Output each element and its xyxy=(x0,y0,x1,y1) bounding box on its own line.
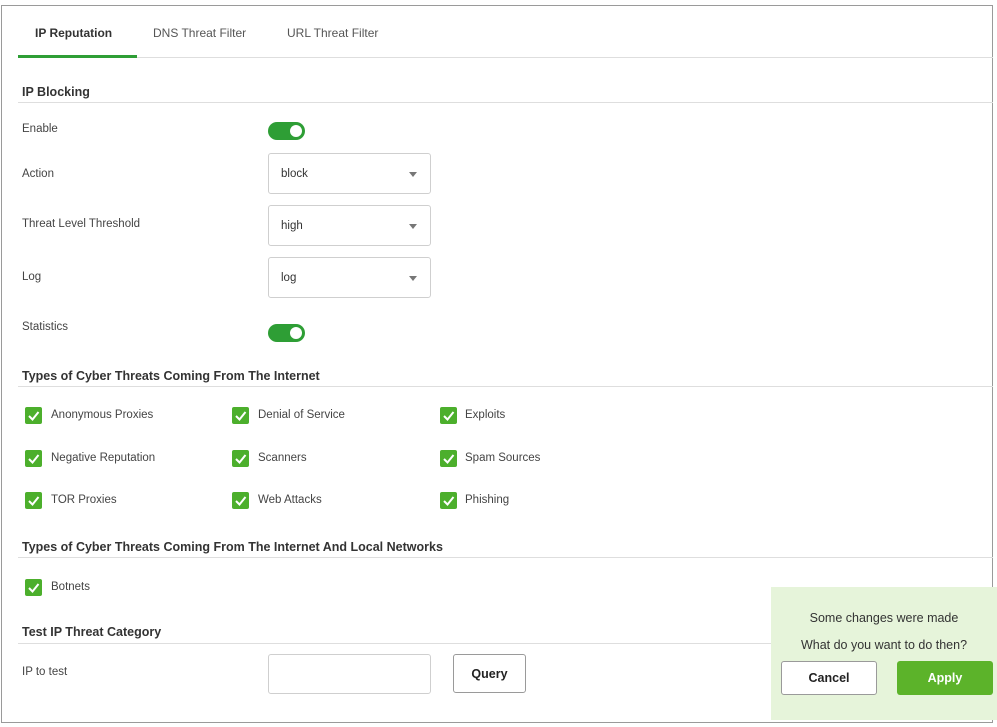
checkbox-checked-icon[interactable] xyxy=(232,450,249,467)
section-divider xyxy=(18,557,993,558)
tab-url-threat-filter[interactable]: URL Threat Filter xyxy=(287,26,378,40)
threat-label-denial-of-service: Denial of Service xyxy=(258,409,345,421)
section-title-local-threats: Types of Cyber Threats Coming From The I… xyxy=(22,540,443,554)
threat-label-exploits: Exploits xyxy=(465,409,506,421)
checkbox-checked-icon[interactable] xyxy=(232,492,249,509)
threshold-label: Threat Level Threshold xyxy=(22,218,141,230)
threshold-select-value: high xyxy=(281,220,303,232)
checkbox-checked-icon[interactable] xyxy=(25,407,42,424)
action-select[interactable]: block xyxy=(268,153,431,194)
tab-divider xyxy=(18,57,993,58)
action-label: Action xyxy=(22,168,54,180)
section-title-test-ip: Test IP Threat Category xyxy=(22,625,162,639)
toggle-knob xyxy=(290,125,302,137)
threat-label-spam-sources: Spam Sources xyxy=(465,452,541,464)
threat-label-negative-reputation: Negative Reputation xyxy=(51,452,156,464)
threat-label-tor-proxies: TOR Proxies xyxy=(51,494,117,506)
threat-label-web-attacks: Web Attacks xyxy=(258,494,322,506)
chevron-down-icon xyxy=(409,224,417,229)
ip-to-test-label: IP to test xyxy=(22,666,68,678)
threat-label-botnets: Botnets xyxy=(51,581,90,593)
tab-ip-reputation[interactable]: IP Reputation xyxy=(35,26,112,40)
threat-label-phishing: Phishing xyxy=(465,494,510,506)
enable-label: Enable xyxy=(22,123,58,135)
chevron-down-icon xyxy=(409,276,417,281)
action-select-value: block xyxy=(281,168,308,180)
unsaved-changes-popup: Some changes were made What do you want … xyxy=(771,587,997,720)
query-button[interactable]: Query xyxy=(453,654,526,693)
section-divider xyxy=(18,102,993,103)
threat-label-scanners: Scanners xyxy=(258,452,307,464)
chevron-down-icon xyxy=(409,172,417,177)
popup-message: Some changes were made xyxy=(809,611,959,625)
section-title-internet-threats: Types of Cyber Threats Coming From The I… xyxy=(22,369,320,383)
threat-label-anonymous-proxies: Anonymous Proxies xyxy=(51,409,154,421)
checkbox-checked-icon[interactable] xyxy=(25,450,42,467)
active-tab-indicator xyxy=(18,55,137,58)
log-select-value: log xyxy=(281,272,297,284)
toggle-knob xyxy=(290,327,302,339)
checkbox-checked-icon[interactable] xyxy=(25,579,42,596)
log-select[interactable]: log xyxy=(268,257,431,298)
cancel-button[interactable]: Cancel xyxy=(781,661,877,695)
ip-to-test-input[interactable] xyxy=(268,654,431,694)
log-label: Log xyxy=(22,271,42,283)
checkbox-checked-icon[interactable] xyxy=(232,407,249,424)
section-title-ip-blocking: IP Blocking xyxy=(22,85,90,99)
statistics-toggle[interactable] xyxy=(268,324,305,342)
checkbox-checked-icon[interactable] xyxy=(440,492,457,509)
statistics-label: Statistics xyxy=(22,321,69,333)
section-divider xyxy=(18,386,993,387)
checkbox-checked-icon[interactable] xyxy=(25,492,42,509)
enable-toggle[interactable] xyxy=(268,122,305,140)
checkbox-checked-icon[interactable] xyxy=(440,450,457,467)
tab-dns-threat-filter[interactable]: DNS Threat Filter xyxy=(153,26,246,40)
apply-button[interactable]: Apply xyxy=(897,661,993,695)
threshold-select[interactable]: high xyxy=(268,205,431,246)
popup-question: What do you want to do then? xyxy=(800,638,968,652)
checkbox-checked-icon[interactable] xyxy=(440,407,457,424)
